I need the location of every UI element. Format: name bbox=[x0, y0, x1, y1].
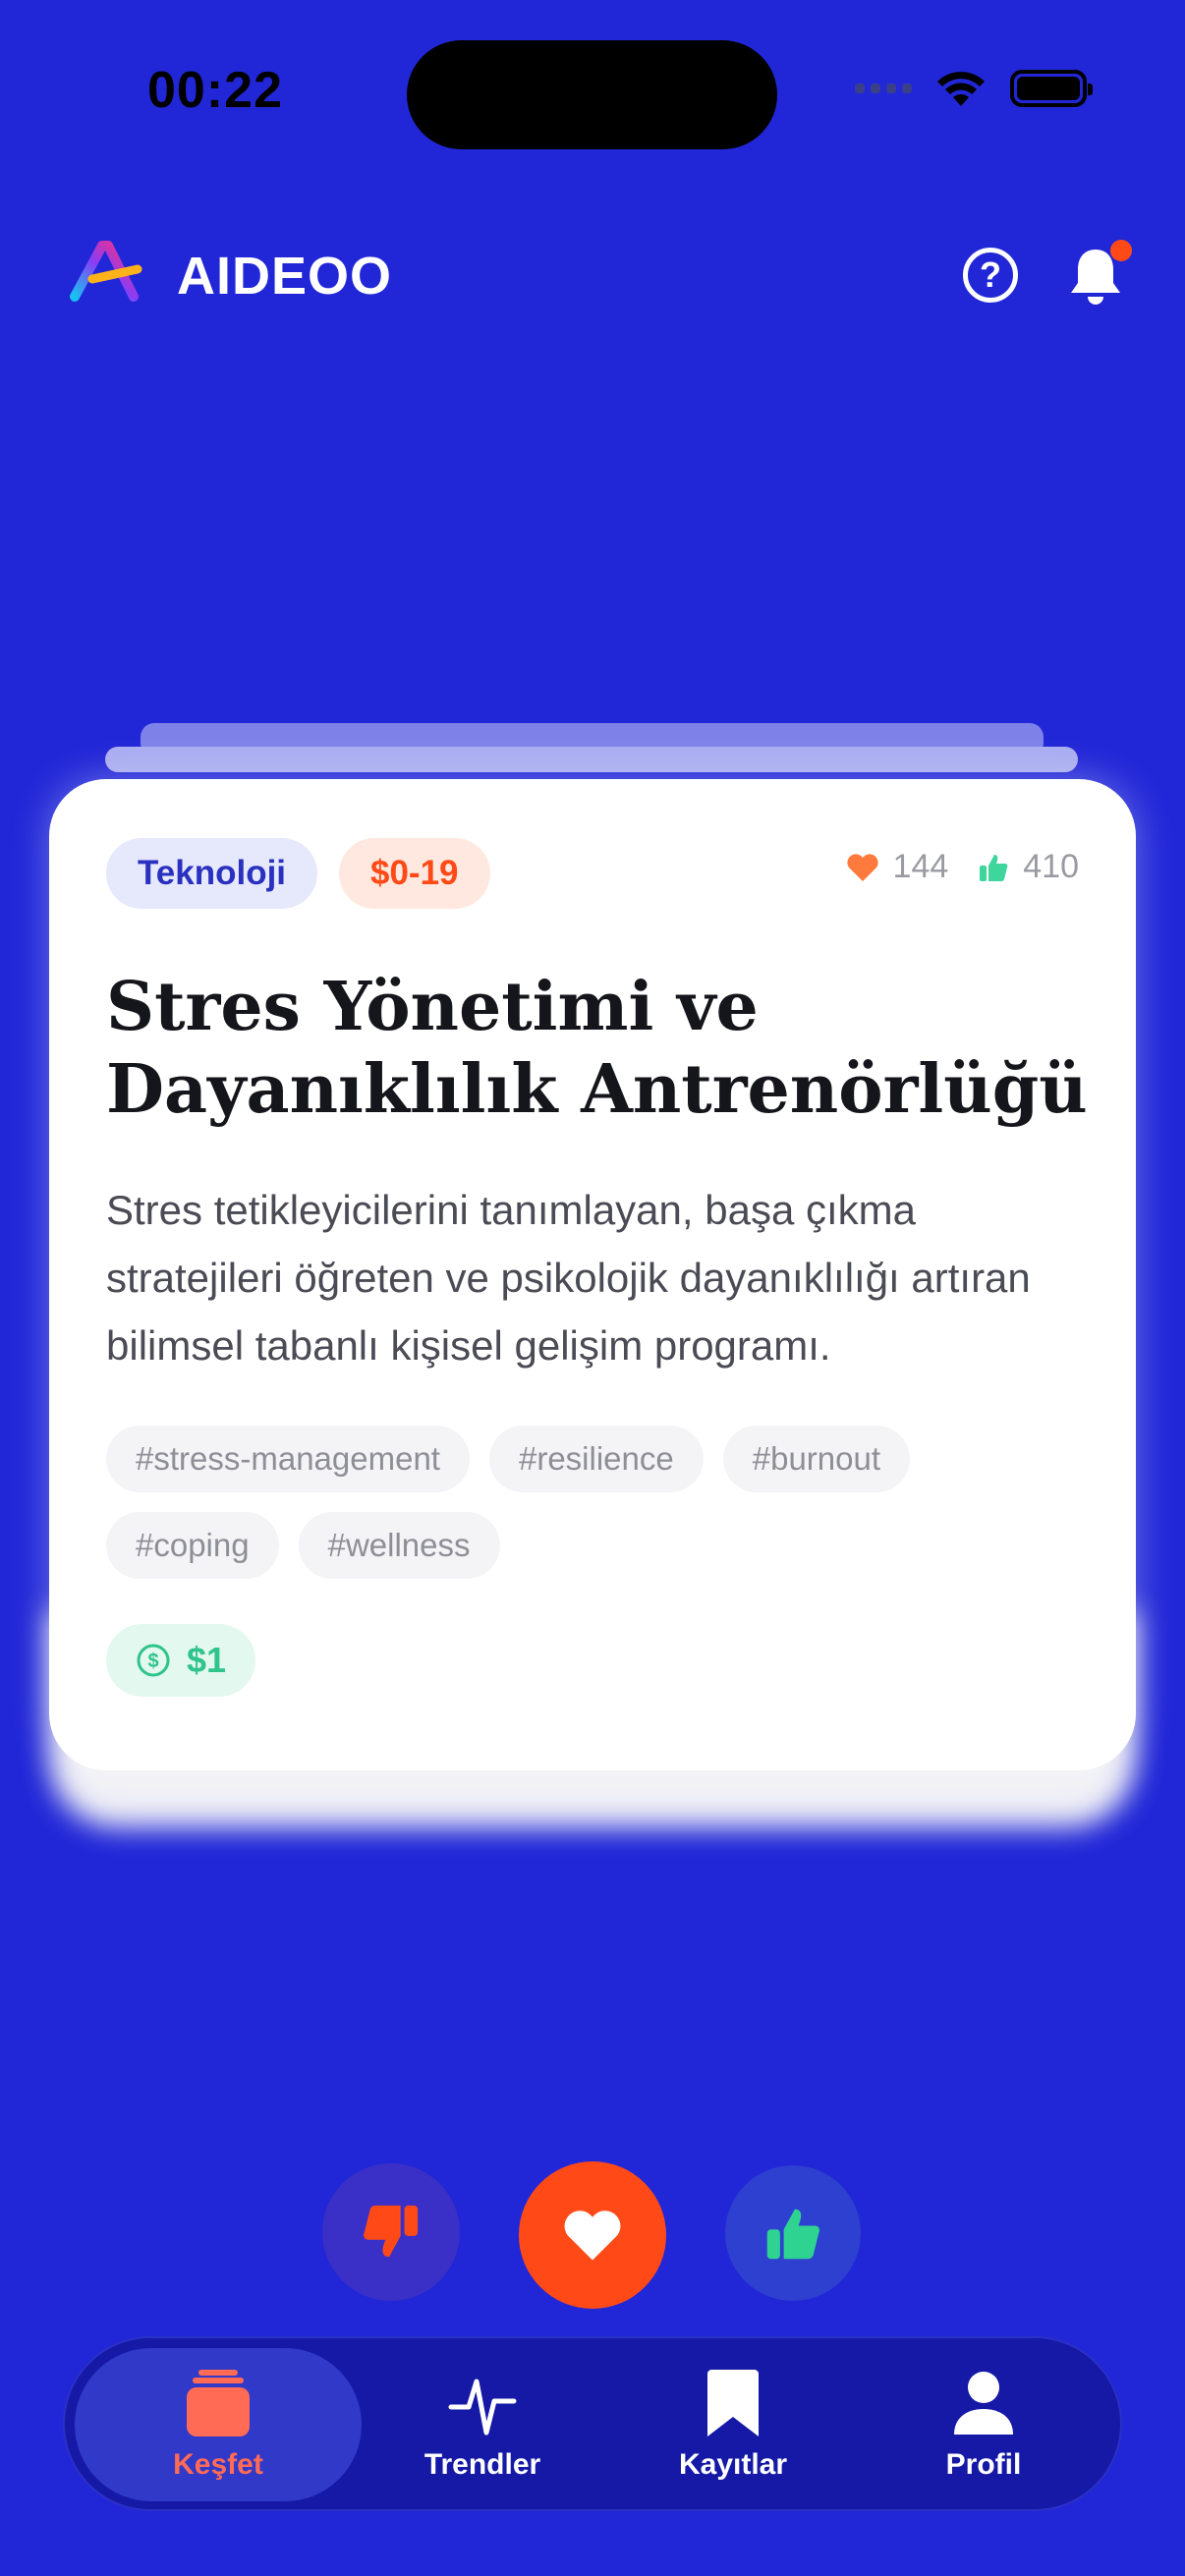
card-stack-middle bbox=[105, 747, 1078, 772]
cards-icon bbox=[187, 2370, 250, 2436]
favorite-button[interactable] bbox=[519, 2161, 666, 2309]
tab-trendler[interactable]: Trendler bbox=[360, 2348, 605, 2501]
tag-chip[interactable]: #burnout bbox=[722, 1426, 911, 1492]
dollar-coin-icon: $ bbox=[137, 1644, 170, 1677]
idea-card[interactable]: Teknoloji $0-19 144 410 Stres Yönetimi v… bbox=[49, 779, 1136, 1770]
tab-label: Profil bbox=[945, 2448, 1022, 2481]
idea-description: Stres tetikleyicilerini tanımlayan, başa… bbox=[106, 1187, 1031, 1369]
cost-value: $1 bbox=[187, 1640, 227, 1680]
person-icon bbox=[954, 2372, 1013, 2435]
app-logo-icon bbox=[70, 241, 142, 302]
tab-kesfet[interactable]: Keşfet bbox=[75, 2348, 362, 2501]
dynamic-island bbox=[407, 40, 777, 149]
bookmark-icon bbox=[707, 2370, 759, 2436]
thumbs-up-icon bbox=[766, 2209, 819, 2260]
cost-badge: $ $1 bbox=[106, 1624, 256, 1697]
hearts-count: 144 bbox=[892, 848, 949, 885]
category-badge: Teknoloji bbox=[106, 838, 318, 909]
card-stats: 144 410 bbox=[846, 848, 1079, 886]
tag-chip[interactable]: #resilience bbox=[488, 1426, 704, 1492]
cellular-signal-icon bbox=[855, 84, 912, 93]
svg-text:$: $ bbox=[147, 1651, 158, 1672]
idea-title: Stres Yönetimi ve Dayanıklılık Antrenörl… bbox=[106, 968, 1088, 1129]
tab-bar: Keşfet Trendler Kayıtlar Profil bbox=[63, 2336, 1122, 2511]
heart-icon bbox=[846, 853, 878, 881]
tab-label: Trendler bbox=[423, 2448, 541, 2481]
tag-list: #stress-management #resilience #burnout … bbox=[106, 1426, 1089, 1579]
screen: 00:22 AIDEOO ? Teknoloji $0-19 144 410 S… bbox=[0, 0, 1185, 2576]
tag-chip[interactable]: #coping bbox=[106, 1512, 279, 1579]
price-range-badge: $0-19 bbox=[339, 838, 490, 909]
tab-profil[interactable]: Profil bbox=[861, 2348, 1106, 2501]
tag-chip[interactable]: #wellness bbox=[298, 1512, 500, 1579]
tag-chip[interactable]: #stress-management bbox=[106, 1426, 470, 1492]
pulse-icon bbox=[448, 2379, 517, 2436]
likes-count: 410 bbox=[1023, 848, 1079, 885]
app-title: AIDEOO bbox=[177, 247, 393, 306]
tab-label: Keşfet bbox=[173, 2448, 263, 2481]
status-icons bbox=[855, 69, 1093, 108]
notification-badge bbox=[1110, 240, 1132, 261]
like-button[interactable] bbox=[725, 2165, 861, 2301]
battery-icon bbox=[1010, 70, 1093, 107]
status-time: 00:22 bbox=[147, 62, 283, 119]
wifi-icon bbox=[937, 72, 985, 106]
help-button[interactable]: ? bbox=[963, 248, 1018, 303]
tab-kayitlar[interactable]: Kayıtlar bbox=[610, 2348, 856, 2501]
tab-label: Kayıtlar bbox=[678, 2448, 788, 2481]
heart-icon bbox=[564, 2211, 621, 2261]
thumbs-up-icon bbox=[980, 854, 1008, 881]
dislike-button[interactable] bbox=[322, 2163, 460, 2301]
thumbs-down-icon bbox=[364, 2205, 419, 2258]
help-icon: ? bbox=[980, 254, 1001, 295]
